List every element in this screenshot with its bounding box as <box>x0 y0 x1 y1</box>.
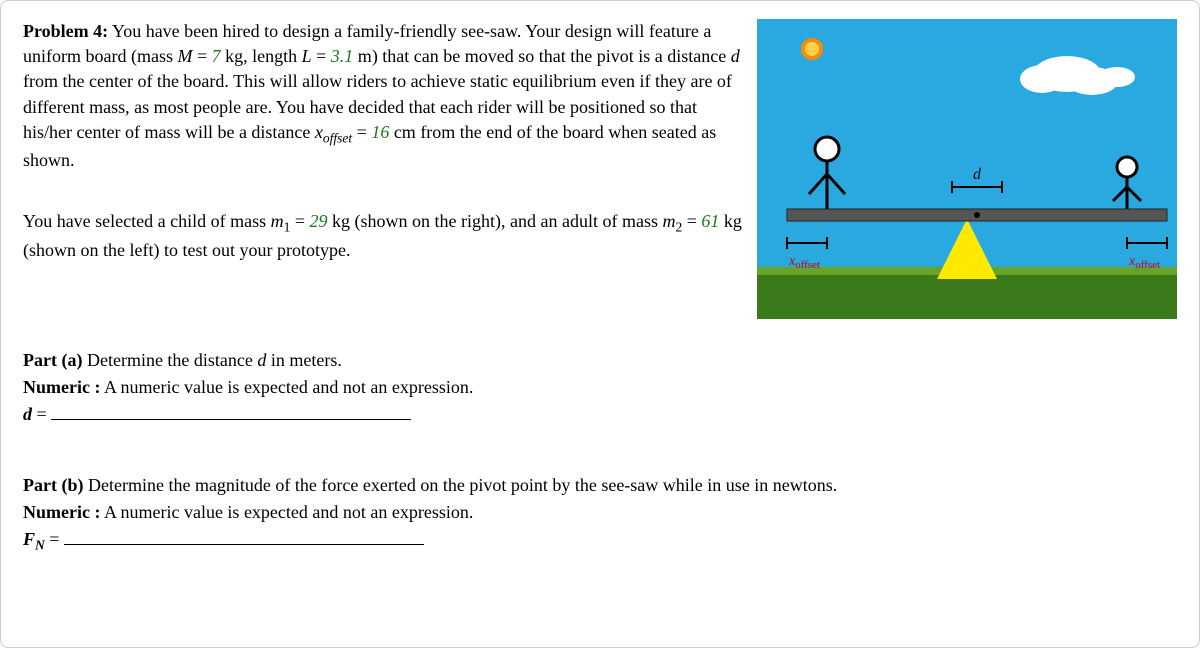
val-M: 7 <box>212 46 221 66</box>
problem-page: Problem 4: You have been hired to design… <box>0 0 1200 648</box>
part-b-label: Part (b) <box>23 475 83 495</box>
sun-core-icon <box>805 42 819 56</box>
text: , length <box>243 46 302 66</box>
hint-text: A numeric value is expected and not an e… <box>100 377 473 397</box>
eq: = <box>312 46 331 66</box>
eq: = <box>682 211 701 231</box>
top-row: Problem 4: You have been hired to design… <box>23 19 1177 319</box>
problem-statement: Problem 4: You have been hired to design… <box>23 19 745 281</box>
var-m1: m <box>271 211 284 231</box>
unit: kg <box>221 46 244 66</box>
answer-blank-a[interactable] <box>51 401 411 420</box>
answer-var: F <box>23 529 35 549</box>
problem-label: Problem 4: <box>23 21 108 41</box>
var-L: L <box>302 46 312 66</box>
eq: = <box>192 46 211 66</box>
var-d: d <box>731 46 740 66</box>
center-dot <box>974 212 980 218</box>
d-label: d <box>973 166 982 183</box>
val-L: 3.1 <box>331 46 354 66</box>
val-m2: 61 <box>701 211 719 231</box>
text: (shown on the left) to test out your pro… <box>23 240 350 260</box>
spacer <box>23 191 745 209</box>
eq: = <box>32 404 51 424</box>
text: Determine the magnitude of the force exe… <box>83 475 837 495</box>
val-xoffset: 16 <box>371 122 389 142</box>
text: ) that can be moved so that the pivot is… <box>372 46 731 66</box>
part-a-prompt: Part (a) Determine the distance d in met… <box>23 347 1177 374</box>
paragraph-1: Problem 4: You have been hired to design… <box>23 19 745 173</box>
unit: m <box>353 46 372 66</box>
hint-label: Numeric : <box>23 377 100 397</box>
text: (shown on the right), and an adult of ma… <box>350 211 662 231</box>
eq: = <box>352 122 371 142</box>
part-b-answer-line: FN = <box>23 526 1177 556</box>
val-m1: 29 <box>310 211 328 231</box>
hint-text: A numeric value is expected and not an e… <box>100 502 473 522</box>
unit: kg <box>328 211 351 231</box>
answer-blank-b[interactable] <box>64 526 424 545</box>
paragraph-2: You have selected a child of mass m1 = 2… <box>23 209 745 263</box>
eq: = <box>290 211 309 231</box>
hint-label: Numeric : <box>23 502 100 522</box>
seesaw-diagram: d <box>757 19 1177 319</box>
part-a-answer-line: d = <box>23 401 1177 428</box>
text: You have selected a child of mass <box>23 211 271 231</box>
part-b-hint: Numeric : A numeric value is expected an… <box>23 499 1177 526</box>
unit: cm <box>389 122 416 142</box>
var-M: M <box>177 46 192 66</box>
diagram-svg: d <box>757 19 1177 319</box>
var-xoffset-sub: offset <box>323 130 352 145</box>
part-b: Part (b) Determine the magnitude of the … <box>23 472 1177 556</box>
text: Determine the distance <box>82 350 257 370</box>
text: in meters. <box>266 350 341 370</box>
part-a: Part (a) Determine the distance d in met… <box>23 347 1177 428</box>
var-m2: m <box>662 211 675 231</box>
eq: = <box>45 529 64 549</box>
part-b-prompt: Part (b) Determine the magnitude of the … <box>23 472 1177 499</box>
unit: kg <box>719 211 742 231</box>
answer-var: d <box>23 404 32 424</box>
answer-var-sub: N <box>35 538 45 553</box>
part-a-label: Part (a) <box>23 350 82 370</box>
part-a-hint: Numeric : A numeric value is expected an… <box>23 374 1177 401</box>
var-xoffset: x <box>315 122 323 142</box>
